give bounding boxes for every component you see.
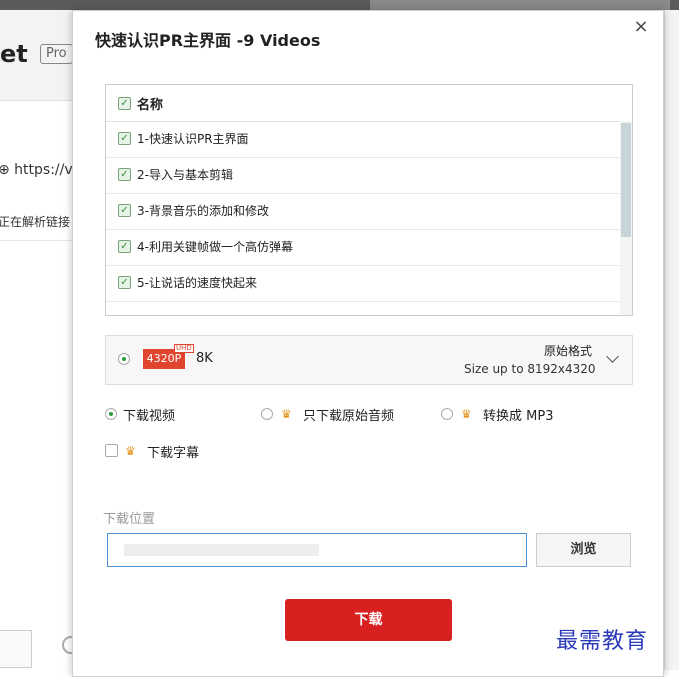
download-location-value: [124, 544, 319, 556]
subtitles-checkbox[interactable]: [105, 444, 118, 457]
list-item-label: 4-利用关键帧做一个高仿弹幕: [137, 240, 293, 254]
item-checkbox[interactable]: ✓: [118, 204, 131, 217]
bg-app-title: et: [0, 40, 28, 68]
crown-icon: ♛: [125, 444, 136, 458]
video-list: ✓ 名称 ✓ 1-快速认识PR主界面 ✓ 2-导入与基本剪辑 ✓ 3-背景音乐的…: [105, 84, 633, 316]
uhd-tag: UHD: [174, 344, 194, 353]
list-item[interactable]: ✓ 2-导入与基本剪辑: [106, 157, 620, 194]
browse-button[interactable]: 浏览: [536, 533, 631, 567]
crown-icon: ♛: [281, 407, 292, 421]
item-checkbox[interactable]: ✓: [118, 240, 131, 253]
format-radio[interactable]: [118, 353, 130, 365]
list-item[interactable]: [106, 301, 620, 315]
format-name: 原始格式: [544, 344, 593, 358]
bg-url-text: ⊕ https://v: [0, 162, 73, 178]
list-item-label: 1-快速认识PR主界面: [137, 132, 249, 146]
download-button[interactable]: 下载: [285, 599, 452, 641]
video-radio[interactable]: [105, 408, 117, 420]
option-subtitles-label: 下载字幕: [147, 446, 200, 461]
dialog-title: 快速认识PR主界面 -9 Videos: [95, 31, 321, 50]
download-location-label: 下载位置: [103, 512, 156, 527]
option-audio-label: 只下载原始音频: [303, 409, 395, 424]
resolution-label: 8K: [196, 351, 213, 366]
download-location-input[interactable]: [107, 533, 527, 567]
format-size: Size up to 8192x4320: [464, 362, 596, 376]
list-item[interactable]: ✓ 1-快速认识PR主界面: [106, 121, 620, 158]
bg-title-bar: [0, 0, 679, 10]
mp3-radio[interactable]: [441, 408, 453, 420]
crown-icon: ♛: [461, 407, 472, 421]
option-download-video[interactable]: 下载视频: [105, 405, 195, 424]
list-item[interactable]: ✓ 5-让说话的速度快起来: [106, 265, 620, 302]
list-item[interactable]: ✓ 3-背景音乐的添加和修改: [106, 193, 620, 230]
list-header: ✓ 名称: [106, 85, 632, 122]
list-header-label: 名称: [137, 98, 164, 113]
item-checkbox[interactable]: ✓: [118, 168, 131, 181]
option-audio-only[interactable]: ♛ 只下载原始音频: [261, 405, 421, 424]
chevron-down-icon[interactable]: [606, 350, 619, 363]
option-download-subtitles[interactable]: ♛ 下载字幕: [105, 442, 225, 461]
audio-radio[interactable]: [261, 408, 273, 420]
download-dialog: 快速认识PR主界面 -9 Videos × ✓ 名称 ✓ 1-快速认识PR主界面…: [72, 10, 664, 677]
item-checkbox[interactable]: ✓: [118, 132, 131, 145]
select-all-checkbox[interactable]: ✓: [118, 97, 131, 110]
bg-status-text: 正在解析链接: [0, 215, 71, 229]
watermark: 最需教育: [556, 629, 649, 654]
list-item[interactable]: ✓ 4-利用关键帧做一个高仿弹幕: [106, 229, 620, 266]
close-icon[interactable]: ×: [631, 17, 651, 37]
bg-bottom-button[interactable]: [0, 630, 32, 668]
option-convert-mp3[interactable]: ♛ 转换成 MP3: [441, 405, 571, 424]
option-video-label: 下载视频: [123, 409, 176, 424]
bg-pro-badge: Pro: [40, 44, 73, 64]
list-item-label: 3-背景音乐的添加和修改: [137, 204, 269, 218]
list-scrollbar-thumb[interactable]: [621, 123, 631, 237]
option-mp3-label: 转换成 MP3: [483, 409, 554, 424]
bg-divider: [0, 240, 80, 241]
item-checkbox[interactable]: ✓: [118, 276, 131, 289]
format-selector[interactable]: 4320P UHD 8K 原始格式 Size up to 8192x4320: [105, 335, 633, 385]
list-item-label: 5-让说话的速度快起来: [137, 276, 257, 290]
list-item-label: 2-导入与基本剪辑: [137, 168, 233, 182]
bg-right-edge: [664, 10, 679, 670]
